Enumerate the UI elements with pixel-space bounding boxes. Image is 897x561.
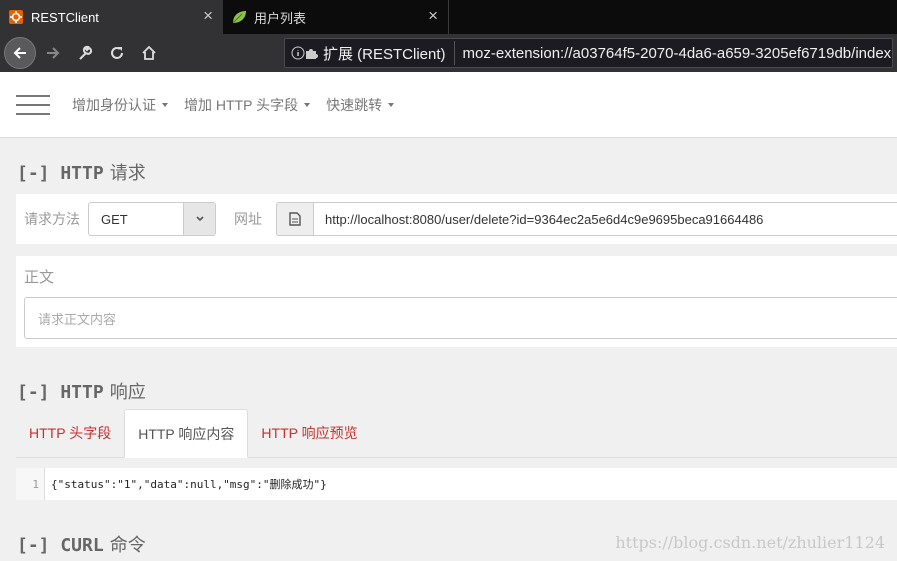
- info-icon[interactable]: [291, 46, 305, 60]
- menu-add-header[interactable]: 增加 HTTP 头字段: [184, 95, 311, 115]
- hamburger-menu-icon[interactable]: [16, 94, 50, 115]
- menu-label: 增加身份认证: [72, 96, 156, 113]
- body-label: 正文: [24, 269, 55, 286]
- line-number: 1: [16, 468, 45, 500]
- request-line-panel: 请求方法 GET 网址 http://localhost:8080/user/d…: [16, 194, 897, 244]
- restclient-favicon-icon: [8, 9, 24, 25]
- method-value: GET: [101, 211, 128, 227]
- close-tab-icon[interactable]: ×: [428, 7, 438, 24]
- title-prefix: [-] HTTP: [17, 382, 104, 403]
- url-label: 网址: [234, 211, 262, 227]
- caret-down-icon: [304, 102, 311, 107]
- tab-restclient[interactable]: RESTClient ×: [0, 0, 223, 34]
- close-tab-icon[interactable]: ×: [203, 7, 213, 24]
- forward-button[interactable]: [38, 38, 68, 68]
- tab-response-preview[interactable]: HTTP 响应预览: [248, 409, 370, 457]
- tab-response-body[interactable]: HTTP 响应内容: [124, 409, 249, 458]
- watermark: https://blog.csdn.net/zhulier1124: [615, 533, 885, 552]
- chevron-down-icon[interactable]: [183, 203, 215, 235]
- request-body-panel: 正文 请求正文内容: [16, 256, 897, 347]
- title-prefix: [-] HTTP: [17, 163, 104, 184]
- puzzle-icon: [306, 49, 318, 59]
- leaf-favicon-icon: [231, 9, 247, 25]
- method-label: 请求方法: [24, 211, 80, 227]
- title-cn: 响应: [109, 382, 146, 403]
- url-input[interactable]: http://localhost:8080/user/delete?id=936…: [313, 202, 897, 236]
- body-textarea[interactable]: 请求正文内容: [24, 297, 897, 339]
- app-navbar: 增加身份认证 增加 HTTP 头字段 快速跳转: [0, 72, 897, 138]
- title-prefix: [-] CURL: [17, 535, 104, 556]
- title-cn: 命令: [109, 535, 146, 556]
- method-select[interactable]: GET: [88, 202, 216, 236]
- extension-identity[interactable]: 扩展 (RESTClient): [305, 41, 455, 65]
- caret-down-icon: [388, 102, 395, 107]
- extension-label: 扩展 (RESTClient): [323, 45, 446, 63]
- menu-add-auth[interactable]: 增加身份认证: [72, 95, 168, 115]
- menu-quick-jump[interactable]: 快速跳转: [326, 95, 395, 115]
- tab-user-list[interactable]: 用户列表 ×: [223, 0, 449, 34]
- browser-toolbar: 扩展 (RESTClient) moz-extension://a03764f5…: [0, 34, 897, 72]
- browser-tab-bar: RESTClient × 用户列表 ×: [0, 0, 897, 34]
- reload-button[interactable]: [102, 38, 132, 68]
- curl-section-title[interactable]: [-] CURL 命令: [17, 531, 146, 557]
- response-tabs: HTTP 头字段 HTTP 响应内容 HTTP 响应预览: [16, 409, 897, 458]
- back-button[interactable]: [4, 37, 36, 69]
- url-bar[interactable]: 扩展 (RESTClient) moz-extension://a03764f5…: [284, 38, 893, 68]
- response-body-line: {"status":"1","data":null,"msg":"删除成功"}: [51, 478, 327, 491]
- home-button[interactable]: [134, 38, 164, 68]
- tab-title: 用户列表: [254, 10, 307, 26]
- wrench-icon[interactable]: [70, 38, 100, 68]
- tab-title: RESTClient: [31, 9, 99, 25]
- response-code-viewer[interactable]: 1 {"status":"1","data":null,"msg":"删除成功"…: [16, 468, 897, 500]
- document-icon: [276, 202, 313, 236]
- menu-label: 增加 HTTP 头字段: [184, 96, 299, 113]
- tab-response-headers[interactable]: HTTP 头字段: [16, 409, 124, 457]
- url-text: moz-extension://a03764f5-2070-4da6-a659-…: [462, 44, 893, 62]
- menu-label: 快速跳转: [326, 96, 383, 113]
- request-section-title[interactable]: [-] HTTP 请求: [17, 159, 146, 185]
- caret-down-icon: [162, 102, 168, 107]
- title-cn: 请求: [109, 163, 146, 184]
- response-section-title[interactable]: [-] HTTP 响应: [17, 378, 146, 404]
